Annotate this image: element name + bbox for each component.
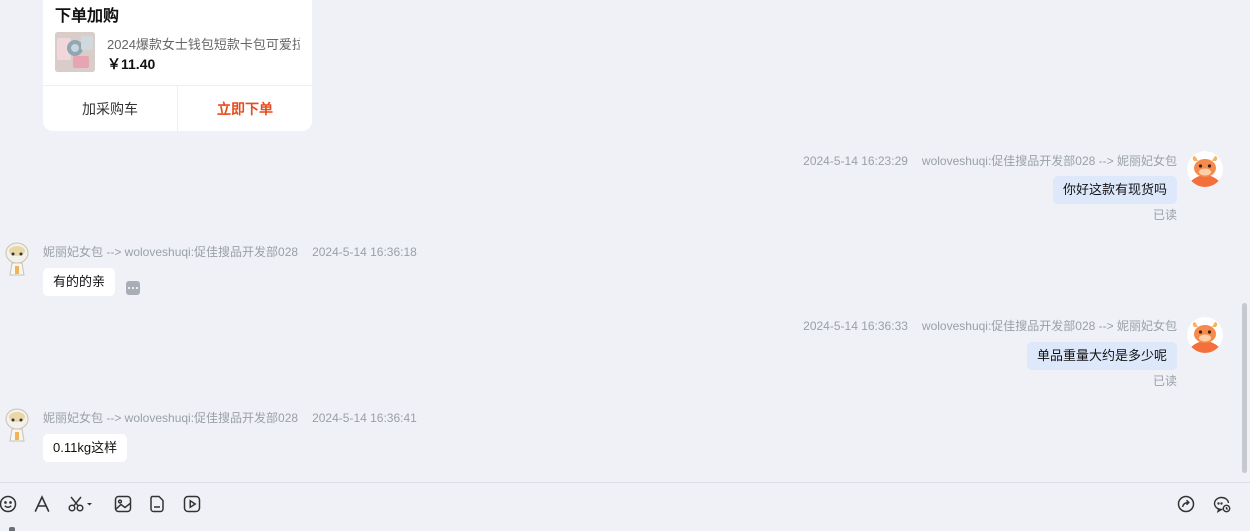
message-bubble-incoming[interactable]: 0.11kg这样 [43,434,128,462]
message-route: 妮丽妃女包 --> woloveshuqi:促佳搜品开发部028 [43,411,299,425]
message-route: 妮丽妃女包 --> woloveshuqi:促佳搜品开发部028 [43,245,299,259]
resize-handle[interactable] [9,527,15,531]
read-status: 已读 [1152,374,1177,388]
card-actions: 加采购车 立即下单 [43,85,312,131]
file-icon[interactable] [147,494,167,514]
message-time: 2024-5-14 16:36:33 [803,319,908,333]
message-time: 2024-5-14 16:36:41 [312,411,417,425]
add-to-cart-button[interactable]: 加采购车 [43,86,178,131]
scrollbar[interactable] [1242,303,1247,473]
chat-settings-icon[interactable] [1212,494,1232,514]
read-status: 已读 [1152,208,1177,222]
message-route: woloveshuqi:促佳搜品开发部028 --> 妮丽妃女包 [921,319,1177,333]
product-order-card: 下单加购 2024爆款女士钱包短款卡包可爱拉 ￥11.40 加采购车 立即下单 [43,0,312,131]
font-icon[interactable] [32,494,52,514]
product-thumbnail[interactable] [55,32,95,72]
message-meta: 2024-5-14 16:23:29 woloveshuqi:促佳搜品开发部028… [803,152,1177,169]
message-bubble-incoming[interactable]: 有的的亲 [43,268,116,296]
quick-reply-icon[interactable] [1176,494,1196,514]
emoji-icon[interactable] [0,494,18,514]
message-time: 2024-5-14 16:36:18 [312,245,417,259]
message-meta: 妮丽妃女包 --> woloveshuqi:促佳搜品开发部028 2024-5-1… [43,243,417,260]
seller-avatar[interactable] [2,407,32,443]
message-meta: 妮丽妃女包 --> woloveshuqi:促佳搜品开发部028 2024-5-1… [43,409,417,426]
video-icon[interactable] [182,494,202,514]
message-route: woloveshuqi:促佳搜品开发部028 --> 妮丽妃女包 [921,154,1177,168]
scissors-icon[interactable] [67,494,95,514]
order-now-button[interactable]: 立即下单 [178,86,312,131]
product-name[interactable]: 2024爆款女士钱包短款卡包可爱拉 [107,34,300,53]
buyer-avatar[interactable] [1187,151,1223,187]
message-meta: 2024-5-14 16:36:33 woloveshuqi:促佳搜品开发部028… [803,317,1177,334]
message-time: 2024-5-14 16:23:29 [803,154,908,168]
message-bubble-outgoing[interactable]: 你好这款有现货吗 [1052,176,1177,204]
product-price: ￥11.40 [107,56,156,72]
more-options-icon[interactable] [126,281,140,295]
card-title: 下单加购 [55,8,120,25]
input-toolbar [0,482,1250,531]
buyer-avatar[interactable] [1187,317,1223,353]
seller-avatar[interactable] [2,241,32,277]
message-bubble-outgoing[interactable]: 单品重量大约是多少呢 [1026,342,1177,370]
image-icon[interactable] [113,494,133,514]
chat-message-list[interactable]: 下单加购 2024爆款女士钱包短款卡包可爱拉 ￥11.40 加采购车 立即下单 … [0,0,1250,482]
